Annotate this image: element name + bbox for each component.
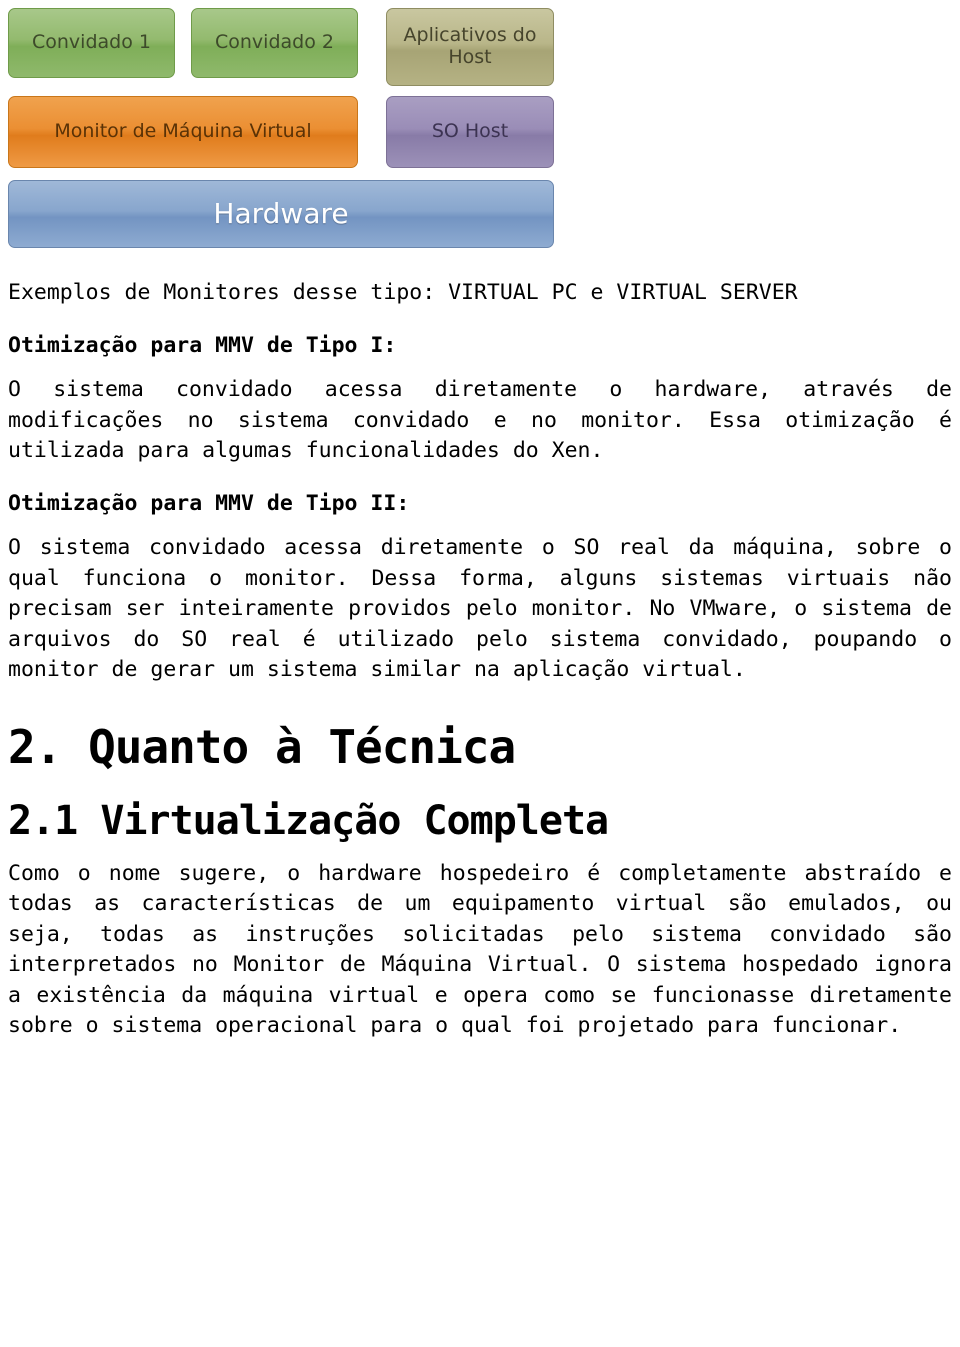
document-body: Exemplos de Monitores desse tipo: VIRTUA…: [8, 278, 952, 1042]
diagram-box-guest-2-label: Convidado 2: [215, 31, 334, 54]
diagram-box-guest-2: Convidado 2: [191, 8, 358, 78]
diagram-box-hardware-label: Hardware: [213, 196, 349, 230]
diagram-box-virtual-machine-monitor: Monitor de Máquina Virtual: [8, 96, 358, 168]
diagram-box-host-os-label: SO Host: [431, 120, 509, 143]
section-2-1-title: 2.1 Virtualização Completa: [8, 797, 609, 844]
diagram-box-host-os: SO Host: [386, 96, 554, 168]
diagram-box-virtual-machine-monitor-label: Monitor de Máquina Virtual: [54, 120, 312, 143]
optimization-type1-heading: Otimização para MMV de Tipo I:: [8, 332, 397, 358]
optimization-type2-paragraph: O sistema convidado acessa diretamente o…: [8, 535, 952, 683]
section-2-title: 2. Quanto à Técnica: [8, 719, 516, 774]
diagram-box-host-applications-label-line1: Aplicativos do: [403, 24, 537, 47]
section-2-1-paragraph: Como o nome sugere, o hardware hospedeir…: [8, 860, 952, 1039]
diagram-box-host-applications: Aplicativos do Host: [386, 8, 554, 86]
optimization-type1-paragraph: O sistema convidado acessa diretamente o…: [8, 377, 952, 464]
diagram-box-hardware: Hardware: [8, 180, 554, 248]
diagram-box-guest-1-label: Convidado 1: [32, 31, 151, 54]
optimization-type2-heading: Otimização para MMV de Tipo II:: [8, 490, 410, 516]
virtualization-architecture-diagram: Convidado 1 Convidado 2 Aplicativos do H…: [8, 8, 568, 248]
diagram-box-guest-1: Convidado 1: [8, 8, 175, 78]
diagram-box-host-applications-label-line2: Host: [448, 46, 492, 68]
document-page: Convidado 1 Convidado 2 Aplicativos do H…: [0, 8, 960, 1347]
examples-paragraph: Exemplos de Monitores desse tipo: VIRTUA…: [8, 280, 798, 305]
